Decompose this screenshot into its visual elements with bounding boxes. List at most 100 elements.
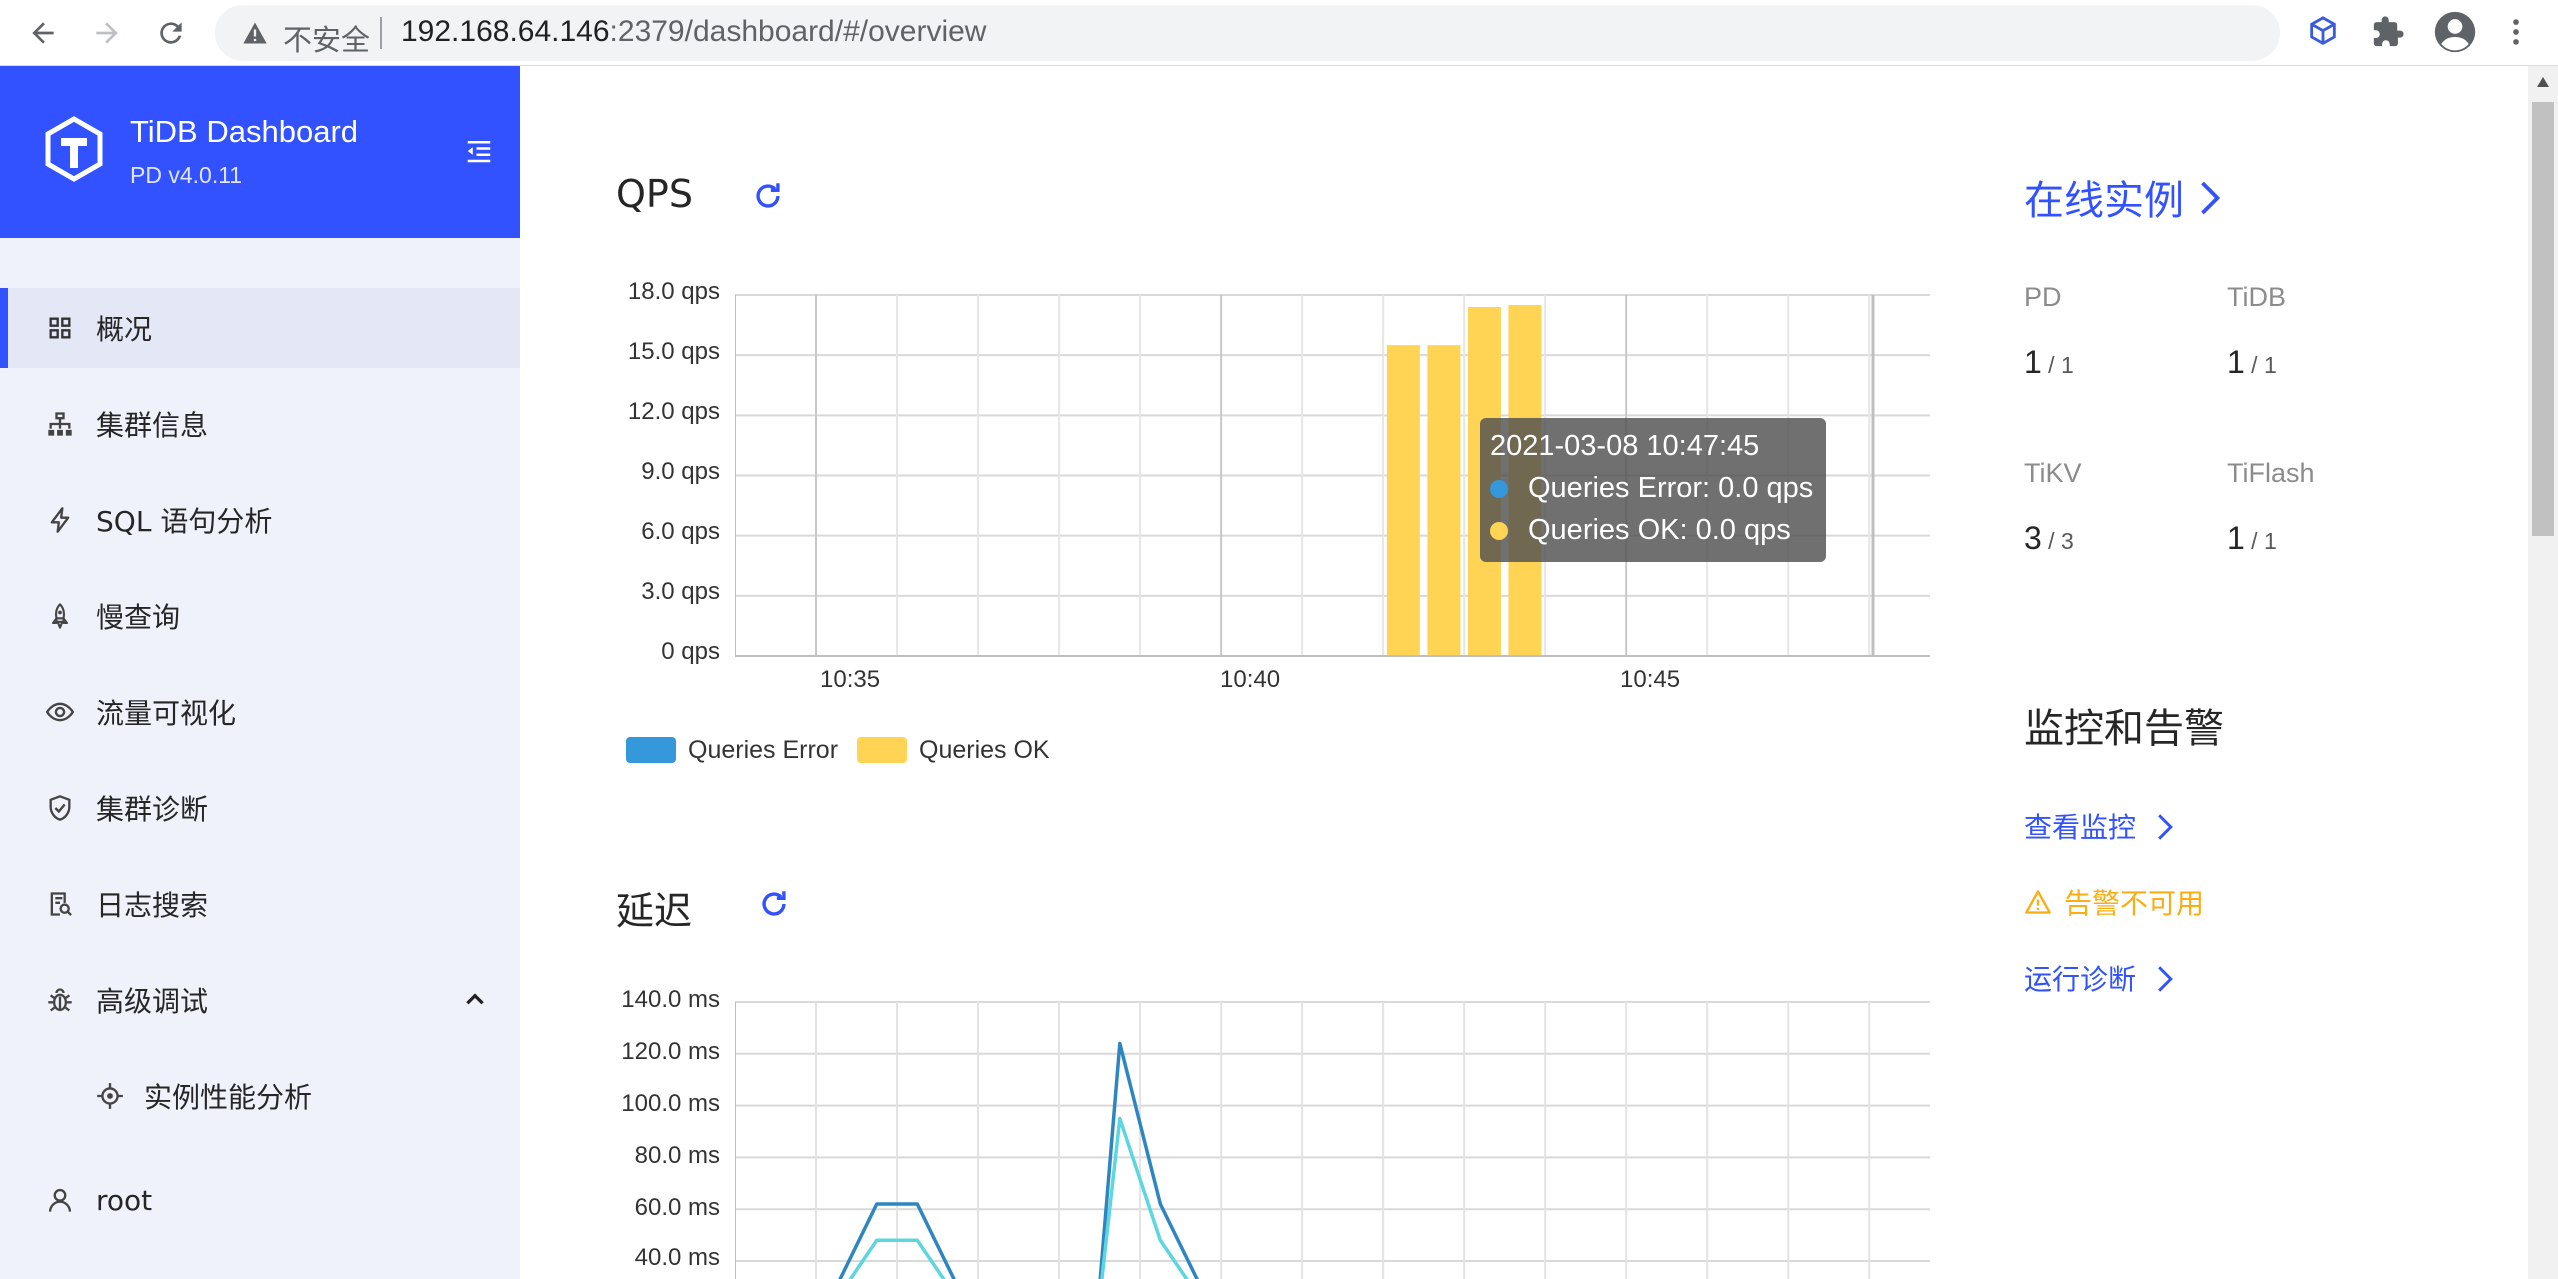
legend-swatch (626, 737, 676, 763)
chevron-right-icon (2200, 181, 2220, 215)
sidebar-item-advanced-debugging[interactable]: 高级调试 (0, 960, 520, 1040)
sidebar-item-user[interactable]: root (0, 1160, 520, 1240)
qps-y-tick: 15.0 qps (627, 338, 720, 365)
qps-y-tick: 0 qps (661, 638, 720, 665)
qps-x-tick: 10:45 (1620, 666, 1681, 693)
sidebar-item-sql-statements[interactable]: SQL 语句分析 (0, 480, 520, 560)
instance-count-pd: 1 / 1 (2024, 344, 2074, 381)
qps-refresh-icon[interactable] (751, 179, 785, 213)
instance-up: 1 (2227, 520, 2245, 556)
qps-y-tick: 3.0 qps (641, 578, 720, 605)
brand-header: TiDB Dashboard PD v4.0.11 (0, 66, 520, 238)
alert-unavailable: 告警不可用 (2024, 882, 2204, 922)
qps-bar-ok[interactable] (1386, 345, 1420, 656)
legend-swatch (857, 737, 907, 763)
reload-icon[interactable] (146, 8, 196, 58)
qps-x-tick: 10:40 (1220, 666, 1281, 693)
not-secure-label[interactable]: 不安全 (283, 17, 370, 59)
sidebar-item-label: 流量可视化 (96, 697, 237, 730)
back-arrow-icon[interactable] (18, 8, 68, 58)
sidebar-item-diagnose[interactable]: 集群诊断 (0, 768, 520, 848)
qps-x-tick: 10:35 (820, 666, 881, 693)
sidebar-item-label: 慢查询 (96, 601, 181, 634)
address-bar[interactable]: 不安全 192.168.64.146:2379/dashboard/#/over… (215, 5, 2469, 61)
alert-unavailable-label: 告警不可用 (2064, 887, 2205, 920)
tooltip-time: 2021-03-08 10:47:45 (1490, 430, 1760, 462)
instance-count-tidb: 1 / 1 (2227, 344, 2277, 381)
sidebar-item-log-search[interactable]: 日志搜索 (0, 864, 520, 944)
sidebar: TiDB Dashboard PD v4.0.11 概况 集群信息 SQL 语句… (0, 66, 520, 1279)
error-dot-icon (1490, 480, 1508, 499)
instance-up: 1 (2024, 344, 2042, 380)
extension-cube-icon[interactable] (2303, 12, 2343, 52)
tooltip-error-line: Queries Error: 0.0 qps (1490, 472, 1813, 505)
menu-fold-icon[interactable] (464, 136, 494, 166)
app-name: TiDB Dashboard (130, 114, 359, 149)
sidebar-item-label: SQL 语句分析 (96, 505, 273, 538)
online-instances-link[interactable]: 在线实例 (2024, 168, 2223, 226)
sidebar-item-cluster-info[interactable]: 集群信息 (0, 384, 520, 464)
tooltip-ok-line: Queries OK: 0.0 qps (1490, 514, 1791, 547)
instance-label-tikv: TiKV (2024, 458, 2082, 488)
qps-bar-ok[interactable] (1427, 345, 1461, 656)
sidebar-item-overview[interactable]: 概况 (0, 288, 520, 368)
latency-series-line[interactable] (836, 1041, 1201, 1279)
chevron-up-icon[interactable] (462, 987, 488, 1013)
instance-up: 1 (2227, 344, 2245, 380)
forward-arrow-icon[interactable] (82, 8, 132, 58)
ok-dot-icon (1490, 522, 1508, 541)
latency-title: 延迟 (616, 889, 693, 933)
sidebar-item-instance-profiling[interactable]: 实例性能分析 (0, 1056, 520, 1136)
latency-refresh-icon[interactable] (757, 887, 791, 921)
view-metrics-link[interactable]: 查看监控 (2024, 806, 2175, 846)
scrollbar-thumb[interactable] (2532, 102, 2554, 536)
chevron-right-icon (2158, 814, 2173, 840)
latency-y-tick: 100.0 ms (621, 1090, 720, 1117)
qps-y-tick: 6.0 qps (641, 518, 720, 545)
shield-check-icon (49, 795, 71, 821)
bug-icon (48, 988, 72, 1012)
instance-count-tiflash: 1 / 1 (2227, 520, 2277, 557)
instance-total: / 1 (2244, 528, 2277, 554)
app-version: PD v4.0.11 (130, 162, 243, 188)
instance-total: / 1 (2041, 352, 2074, 378)
browser-toolbar: 不安全 192.168.64.146:2379/dashboard/#/over… (0, 0, 2558, 66)
qps-y-tick: 12.0 qps (627, 398, 720, 425)
warning-icon (2025, 890, 2051, 914)
eye-icon (46, 702, 74, 722)
qps-y-tick: 18.0 qps (627, 278, 720, 305)
extensions-puzzle-icon[interactable] (2368, 12, 2408, 52)
instance-label-tidb: TiDB (2227, 282, 2286, 312)
page-scrollbar[interactable] (2528, 66, 2558, 1279)
run-diagnosis-label: 运行诊断 (2024, 963, 2137, 996)
sidebar-item-key-visualizer[interactable]: 流量可视化 (0, 672, 520, 752)
lightning-icon (50, 507, 70, 533)
legend-queries-ok[interactable]: Queries OK (857, 736, 1050, 764)
url-host: 192.168.64.146 (401, 15, 610, 48)
qps-y-tick: 9.0 qps (641, 458, 720, 485)
qps-title: QPS (616, 172, 693, 216)
monitoring-title: 监控和告警 (2024, 706, 2224, 752)
run-diagnosis-link[interactable]: 运行诊断 (2024, 958, 2175, 998)
divider (380, 17, 382, 49)
tidb-logo-icon (45, 116, 103, 182)
latency-plot-area[interactable] (735, 998, 1930, 1279)
profile-avatar-icon[interactable] (2432, 9, 2478, 55)
dashboard-grid-icon (49, 317, 71, 339)
latency-y-tick: 140.0 ms (621, 986, 720, 1013)
instance-total: / 1 (2244, 352, 2277, 378)
chevron-right-icon (2158, 966, 2173, 992)
instance-up: 3 (2024, 520, 2042, 556)
url-text[interactable]: 192.168.64.146:2379/dashboard/#/overview (401, 15, 986, 49)
scroll-up-arrow-icon[interactable] (2536, 76, 2550, 88)
qps-tooltip: 2021-03-08 10:47:45 Queries Error: 0.0 q… (1480, 418, 1826, 562)
legend-queries-error[interactable]: Queries Error (626, 736, 838, 764)
user-name: root (96, 1183, 153, 1217)
instance-label-pd: PD (2024, 282, 2062, 312)
warning-icon[interactable] (241, 19, 269, 47)
cluster-icon (48, 412, 72, 436)
instance-total: / 3 (2041, 528, 2074, 554)
more-vertical-icon[interactable] (2496, 12, 2536, 52)
sidebar-item-slow-query[interactable]: 慢查询 (0, 576, 520, 656)
legend-label: Queries OK (919, 735, 1050, 764)
